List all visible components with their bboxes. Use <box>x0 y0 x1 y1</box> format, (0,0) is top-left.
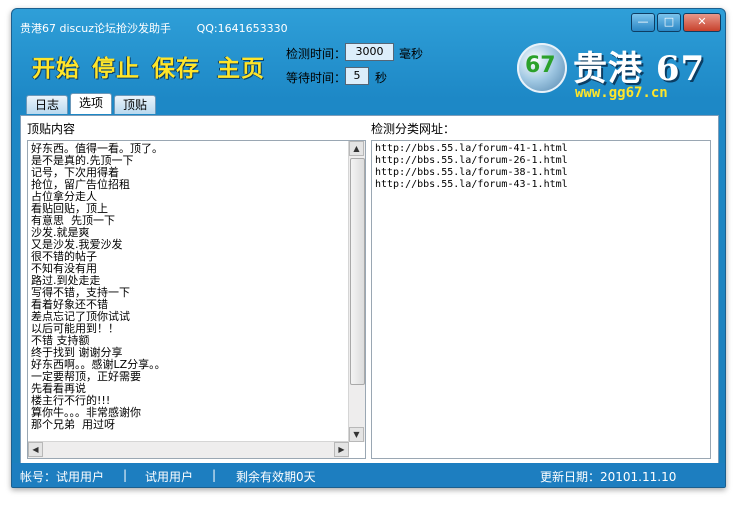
detect-url-text: http://bbs.55.la/forum-41-1.html http://… <box>375 143 568 190</box>
title-bar: 贵港67 discuz论坛抢沙发助手 QQ:1641653330 <box>20 20 288 36</box>
app-window: 贵港67 discuz论坛抢沙发助手 QQ:1641653330 — □ ✕ 开… <box>11 8 726 488</box>
scroll-right-icon[interactable]: ▶ <box>334 442 349 457</box>
minimize-button[interactable]: — <box>631 13 655 32</box>
stop-button[interactable]: 停止 <box>92 49 140 83</box>
user-status: 试用用户 <box>145 470 194 484</box>
scroll-left-icon[interactable]: ◀ <box>28 442 43 457</box>
brand-logo: 67 贵港 67 www.gg67.cn <box>515 35 720 105</box>
reply-content-label: 顶贴内容 <box>27 122 76 136</box>
start-button[interactable]: 开始 <box>32 49 80 83</box>
window-controls: — □ ✕ <box>631 13 721 32</box>
status-bar: 帐号：试用用户 | 试用用户 | 剩余有效期0天 更新日期：20101.11.1… <box>12 463 725 487</box>
detect-url-textarea[interactable]: http://bbs.55.la/forum-41-1.html http://… <box>371 140 711 459</box>
wait-time-label: 等待时间： <box>286 71 347 85</box>
options-panel: 顶贴内容 好东西。值得一看。顶了。 是不是真的.先顶一下 记号，下次用得着 抢位… <box>20 115 719 464</box>
reply-horizontal-scrollbar[interactable]: ◀ ▶ <box>28 441 349 458</box>
wait-time-unit: 秒 <box>375 71 388 85</box>
minimize-icon: — <box>637 15 649 28</box>
detect-time-label: 检测时间： <box>286 47 347 61</box>
logo-emblem-text: 67 <box>525 53 556 78</box>
status-separator: | <box>212 468 217 482</box>
logo-url: www.gg67.cn <box>575 85 668 101</box>
logo-title: 贵港 67 <box>573 49 706 89</box>
maximize-icon: □ <box>663 15 675 28</box>
maximize-button[interactable]: □ <box>657 13 681 32</box>
account-status: 帐号：试用用户 <box>20 470 105 484</box>
remaining-days: 剩余有效期0天 <box>236 470 316 484</box>
detect-time-unit: 毫秒 <box>399 47 424 61</box>
reply-vertical-scrollbar[interactable]: ▲ ▼ <box>348 141 365 442</box>
scroll-up-icon[interactable]: ▲ <box>349 141 364 156</box>
update-date: 更新日期：20101.11.10 <box>540 470 677 484</box>
home-button[interactable]: 主页 <box>217 49 265 83</box>
detect-time-input[interactable]: 3000 <box>345 43 394 61</box>
reply-content-textarea[interactable]: 好东西。值得一看。顶了。 是不是真的.先顶一下 记号，下次用得着 抢位，留广告位… <box>27 140 366 459</box>
wait-time-input[interactable]: 5 <box>345 67 369 85</box>
close-button[interactable]: ✕ <box>683 13 721 32</box>
tab-log[interactable]: 日志 <box>26 95 69 114</box>
logo-emblem-icon: 67 <box>517 43 567 93</box>
tab-options[interactable]: 选项 <box>70 93 113 114</box>
scroll-thumb[interactable] <box>350 158 365 385</box>
save-button[interactable]: 保存 <box>152 49 200 83</box>
qq-number: QQ:1641653330 <box>196 22 288 35</box>
tab-bar: 日志 选项 顶贴 <box>26 93 158 114</box>
reply-content-text: 好东西。值得一看。顶了。 是不是真的.先顶一下 记号，下次用得着 抢位，留广告位… <box>31 142 166 431</box>
detect-url-label: 检测分类网址： <box>371 122 456 136</box>
status-separator: | <box>123 468 128 482</box>
scroll-down-icon[interactable]: ▼ <box>349 427 364 442</box>
close-icon: ✕ <box>697 15 707 28</box>
tab-bump[interactable]: 顶贴 <box>114 95 157 114</box>
window-title: 贵港67 discuz论坛抢沙发助手 <box>20 22 172 35</box>
